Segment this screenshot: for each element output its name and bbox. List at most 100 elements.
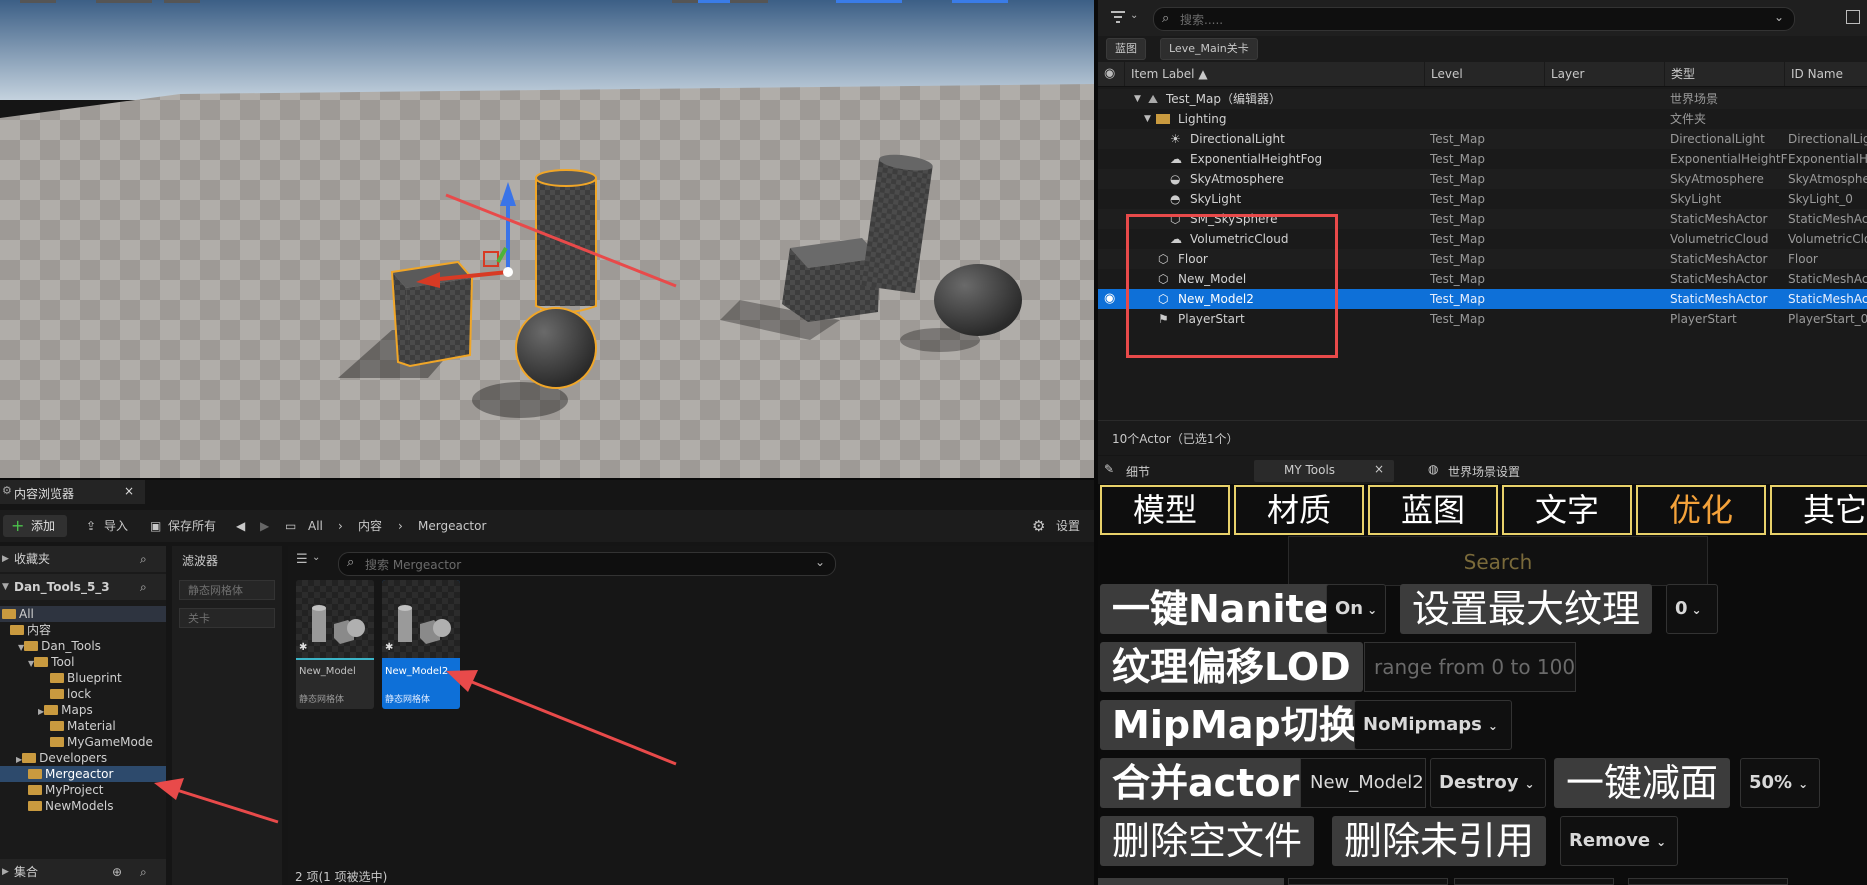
- world-outliner: ⌄ ⌕ 搜索..... ⌄ 蓝图 Leve_Main关卡 ◉ Item Labe…: [1098, 0, 1867, 455]
- outliner-row[interactable]: ▼ Lighting 文件夹: [1098, 109, 1867, 129]
- row-id: StaticMeshAc: [1788, 212, 1867, 226]
- tab-material[interactable]: 材质: [1234, 485, 1364, 535]
- tab-other[interactable]: 其它: [1770, 485, 1867, 535]
- row-level: Test_Map: [1430, 232, 1485, 246]
- col-type[interactable]: 类型: [1664, 62, 1781, 86]
- row-type: DirectionalLight: [1670, 132, 1765, 146]
- tab-world-settings[interactable]: 世界场景设置: [1448, 463, 1520, 480]
- merge-name-input[interactable]: New_Model2: [1300, 758, 1426, 808]
- tab-model[interactable]: 模型: [1100, 485, 1230, 535]
- row-level: Test_Map: [1430, 172, 1485, 186]
- col-item-label[interactable]: Item Label ▲: [1124, 62, 1421, 86]
- col-layer[interactable]: Layer: [1544, 62, 1661, 86]
- reduce-percent-value: 50%: [1749, 772, 1793, 793]
- outliner-search-input[interactable]: ⌕ 搜索..... ⌄: [1153, 7, 1795, 31]
- tab-details[interactable]: 细节: [1126, 463, 1150, 480]
- row-level: Test_Map: [1430, 312, 1485, 326]
- lod-range-input[interactable]: range from 0 to 100: [1364, 642, 1576, 692]
- outliner-row[interactable]: ◒ SkyAtmosphere Test_Map SkyAtmosphere S…: [1098, 169, 1867, 189]
- one-click-reduce-button[interactable]: 一键减面: [1554, 758, 1731, 808]
- row-type: VolumetricCloud: [1670, 232, 1769, 246]
- sphere-actor[interactable]: [515, 307, 597, 389]
- search-icon: ⌕: [347, 555, 355, 570]
- collapse-arrow-icon[interactable]: ▼: [1134, 89, 1141, 109]
- merge-mode-dropdown[interactable]: Destroy ⌄: [1430, 758, 1546, 808]
- max-texture-dropdown[interactable]: 0 ⌄: [1666, 584, 1718, 634]
- row-label: SkyLight: [1190, 192, 1242, 206]
- row-label: DirectionalLight: [1190, 132, 1285, 146]
- row-type: 世界场景: [1670, 92, 1719, 106]
- collapse-arrow-icon[interactable]: ▼: [1144, 109, 1151, 129]
- row-label: ExponentialHeightFog: [1190, 152, 1323, 166]
- level-viewport[interactable]: [0, 0, 1094, 478]
- row-id: VolumetricClo: [1788, 232, 1867, 246]
- chevron-down-icon[interactable]: ⌄: [815, 555, 825, 569]
- globe-icon: ◍: [1428, 462, 1439, 476]
- row-level: Test_Map: [1430, 132, 1485, 146]
- filter-icon[interactable]: [1110, 10, 1126, 24]
- delete-empty-folders-button[interactable]: 删除空文件: [1100, 816, 1315, 866]
- mipmap-toggle-button[interactable]: MipMap切换: [1100, 700, 1369, 750]
- tools-search-input[interactable]: Search: [1288, 536, 1708, 586]
- sky-atmosphere-icon: ◒: [1170, 172, 1181, 186]
- tab-text[interactable]: 文字: [1502, 485, 1632, 535]
- chip-level[interactable]: Leve_Main关卡: [1160, 38, 1258, 60]
- row-id: SkyLight_0: [1788, 192, 1853, 206]
- merge-actor-button[interactable]: 合并actor: [1100, 758, 1312, 808]
- outliner-row[interactable]: ◓ SkyLight Test_Map SkyLight SkyLight_0: [1098, 189, 1867, 209]
- row-level: Test_Map: [1430, 152, 1485, 166]
- add-actor-icon[interactable]: [1846, 10, 1860, 24]
- chevron-down-icon: ⌄: [1656, 835, 1667, 849]
- row-level: Test_Map: [1430, 292, 1485, 306]
- col-id-name[interactable]: ID Name: [1784, 62, 1867, 86]
- search-icon: ⌕: [1162, 11, 1170, 26]
- row-type: StaticMeshActor: [1670, 292, 1768, 306]
- delete-mode-value: Remove: [1569, 830, 1651, 851]
- outliner-status: 10个Actor（已选1个）: [1112, 432, 1239, 446]
- fog-icon: ☁: [1170, 152, 1182, 166]
- tab-my-tools[interactable]: MY Tools ×: [1254, 460, 1394, 482]
- reduce-percent-dropdown[interactable]: 50% ⌄: [1740, 758, 1820, 808]
- delete-unreferenced-button[interactable]: 删除未引用: [1332, 816, 1547, 866]
- row-type: SkyLight: [1670, 192, 1722, 206]
- outliner-row[interactable]: ☁ ExponentialHeightFog Test_Map Exponent…: [1098, 149, 1867, 169]
- set-max-texture-button[interactable]: 设置最大纹理: [1400, 584, 1653, 634]
- col-level[interactable]: Level: [1424, 62, 1541, 86]
- mipmap-dropdown[interactable]: NoMipmaps ⌄: [1354, 700, 1512, 750]
- tab-optimize[interactable]: 优化: [1636, 485, 1766, 535]
- row-type: PlayerStart: [1670, 312, 1737, 326]
- delete-mode-dropdown[interactable]: Remove ⌄: [1560, 816, 1678, 866]
- chevron-down-icon[interactable]: ⌄: [1774, 10, 1784, 24]
- row-id: Floor: [1788, 252, 1818, 266]
- row-type: StaticMeshActor: [1670, 252, 1768, 266]
- folder-icon: [1156, 114, 1170, 124]
- row-level: Test_Map: [1430, 192, 1485, 206]
- nanite-value: On: [1335, 598, 1364, 619]
- row-id: SkyAtmosphere: [1788, 172, 1867, 186]
- mipmap-value: NoMipmaps: [1363, 714, 1482, 735]
- outliner-row[interactable]: ☀ DirectionalLight Test_Map DirectionalL…: [1098, 129, 1867, 149]
- row-type: ExponentialHeightF: [1670, 152, 1788, 166]
- skylight-icon: ◓: [1170, 192, 1181, 206]
- chevron-down-icon[interactable]: ⌄: [1130, 10, 1138, 21]
- row-level: Test_Map: [1430, 272, 1485, 286]
- row-type: StaticMeshActor: [1670, 272, 1768, 286]
- chevron-down-icon: ⌄: [1524, 777, 1535, 791]
- annotation-highlight-box: [1126, 214, 1338, 358]
- content-browser: ⚙ 内容浏览器 × + 添加 ⇪ 导入 ▣ 保存所有 ◀ ▶ ▭ All › 内…: [0, 480, 1094, 885]
- outliner-row[interactable]: ▼ ⛰ Test_Map（编辑器） 世界场景: [1098, 89, 1867, 109]
- row-id: DirectionalLight: [1788, 132, 1867, 146]
- row-type: 文件夹: [1670, 112, 1707, 126]
- search-placeholder: 搜索 Mergeactor: [365, 558, 462, 572]
- eye-icon[interactable]: ◉: [1104, 66, 1120, 82]
- chip-blueprint[interactable]: 蓝图: [1106, 38, 1146, 60]
- eye-icon[interactable]: ◉: [1104, 289, 1115, 309]
- tab-blueprint[interactable]: 蓝图: [1368, 485, 1498, 535]
- one-click-nanite-button[interactable]: 一键Nanite: [1100, 584, 1342, 634]
- texture-lod-bias-button[interactable]: 纹理偏移LOD: [1100, 642, 1363, 692]
- close-icon[interactable]: ×: [1374, 462, 1384, 476]
- merge-mode-value: Destroy: [1439, 772, 1519, 793]
- annotation-arrows: [154, 670, 677, 824]
- nanite-dropdown[interactable]: On ⌄: [1326, 584, 1386, 634]
- content-search-input[interactable]: ⌕ 搜索 Mergeactor ⌄: [338, 552, 836, 576]
